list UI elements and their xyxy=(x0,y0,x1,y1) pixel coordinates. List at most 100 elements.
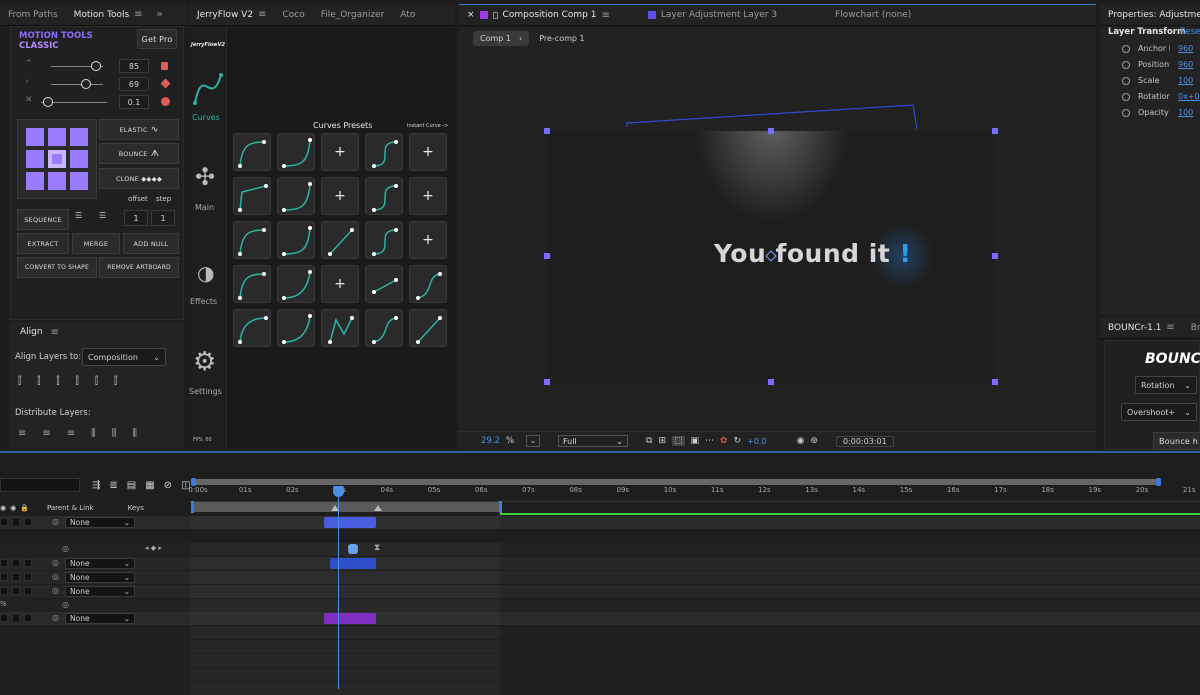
tab-composition[interactable]: × Composition Comp 1 ≡ xyxy=(459,5,618,25)
property-value[interactable]: 960 xyxy=(1178,44,1193,53)
align-right-icon[interactable]: ⫿ xyxy=(56,376,59,387)
shy-icon[interactable]: ▤ xyxy=(127,480,136,491)
pickwhip-icon[interactable]: ◎ xyxy=(52,572,59,581)
curve-preset-cell[interactable] xyxy=(233,177,271,215)
switch-box[interactable] xyxy=(12,587,20,595)
slider-knob[interactable] xyxy=(43,97,53,107)
parent-select[interactable]: None ⌄ xyxy=(65,586,135,597)
stopwatch-icon[interactable] xyxy=(1122,92,1130,101)
switch-box[interactable] xyxy=(12,559,20,567)
keyframe-nav-icon[interactable]: ◂ ◆ ▸ xyxy=(145,544,162,552)
slider-value-field[interactable]: 0.1 xyxy=(119,95,149,109)
curve-preset-cell[interactable] xyxy=(277,309,315,347)
preset-add-button[interactable]: + xyxy=(321,177,359,215)
pickwhip-icon[interactable]: ◎ xyxy=(52,613,59,622)
color-manage-icon[interactable]: ↻ xyxy=(734,436,742,446)
curve-preset-cell[interactable] xyxy=(365,265,403,303)
preset-add-button[interactable]: + xyxy=(409,177,447,215)
work-area-bar[interactable] xyxy=(193,502,500,512)
timeline-row[interactable] xyxy=(0,668,1200,681)
lock-icon[interactable] xyxy=(492,11,498,19)
get-pro-button[interactable]: Get Pro xyxy=(137,29,177,49)
switch-box[interactable] xyxy=(24,587,32,595)
offset-field[interactable]: 1 xyxy=(124,210,148,226)
nav-curves[interactable]: Curves xyxy=(189,67,227,127)
anchor-tl[interactable] xyxy=(26,128,44,146)
timeline-row[interactable]: % ◎ xyxy=(0,599,1200,612)
anchor-br[interactable] xyxy=(70,172,88,190)
stopwatch-icon[interactable] xyxy=(1122,76,1130,85)
circle-icon[interactable] xyxy=(161,97,170,106)
switch-box[interactable] xyxy=(0,573,8,581)
breadcrumb-precomp[interactable]: Pre-comp 1 xyxy=(535,31,588,46)
transparency-grid-icon[interactable]: ⊞ xyxy=(658,436,666,446)
panel-menu-icon[interactable]: ≡ xyxy=(1166,322,1174,333)
anchor-ml[interactable] xyxy=(26,150,44,168)
tab-layer[interactable]: Layer Adjustment Layer 3 xyxy=(640,5,785,25)
remove-artboard-button[interactable]: REMOVE ARTBOARD xyxy=(99,257,179,278)
reset-link[interactable]: Reset xyxy=(1180,27,1200,37)
timeline-row[interactable]: ◎ None ⌄ xyxy=(0,516,1200,529)
timeline-row[interactable] xyxy=(0,626,1200,639)
curve-preset-cell[interactable] xyxy=(233,309,271,347)
work-area-start[interactable] xyxy=(191,501,194,513)
motion-blur-icon[interactable]: ⊘ xyxy=(164,480,172,491)
switch-box[interactable] xyxy=(12,614,20,622)
curve-preset-cell[interactable] xyxy=(409,265,447,303)
curve-preset-cell[interactable] xyxy=(233,133,271,171)
mask-icon[interactable]: ⬚ xyxy=(672,436,685,446)
draft-3d-icon[interactable]: ≣ xyxy=(109,480,117,491)
instant-curve-link[interactable]: Instant Curve -> xyxy=(407,123,448,129)
transform-handle[interactable] xyxy=(768,379,774,385)
timeline-row[interactable]: ◎ ◂ ◆ ▸ ⧗ xyxy=(0,543,1200,556)
curve-preset-cell[interactable] xyxy=(365,133,403,171)
curve-preset-cell[interactable] xyxy=(277,177,315,215)
slider-knob[interactable] xyxy=(81,79,91,89)
color-channel-icon[interactable]: ✿ xyxy=(720,436,728,446)
tab-properties[interactable]: Properties: Adjustment xyxy=(1100,4,1200,25)
switch-box[interactable] xyxy=(0,614,8,622)
stopwatch-icon[interactable] xyxy=(1122,108,1130,117)
anchor-tc[interactable] xyxy=(48,128,66,146)
comp-canvas[interactable]: You found it ! xyxy=(547,131,995,383)
distribute-left-icon[interactable]: ⫼ xyxy=(91,428,96,439)
switch-box[interactable] xyxy=(12,573,20,581)
nav-settings[interactable]: ⚙ Settings xyxy=(189,347,227,403)
timeline-row[interactable] xyxy=(0,640,1200,653)
elastic-button[interactable]: ELASTIC ∿ xyxy=(99,119,179,140)
pickwhip-icon[interactable]: ◎ xyxy=(52,586,59,595)
parent-select[interactable]: None ⌄ xyxy=(65,572,135,583)
anchor-mr[interactable] xyxy=(70,150,88,168)
curve-preset-cell[interactable] xyxy=(233,221,271,259)
tab-motion-tools[interactable]: Motion Tools ≡ xyxy=(66,4,151,25)
stopwatch-icon[interactable] xyxy=(1122,60,1130,69)
transform-handle[interactable] xyxy=(544,128,550,134)
anchor-tr[interactable] xyxy=(70,128,88,146)
tab-flowchart[interactable]: Flowchart (none) xyxy=(827,5,919,25)
grid-icon[interactable]: ⋯ xyxy=(705,436,714,446)
align-to-select[interactable]: Composition ⌄ xyxy=(82,348,166,366)
curve-preset-cell[interactable] xyxy=(365,177,403,215)
sequence-button[interactable]: SEQUENCE xyxy=(17,209,69,230)
breadcrumb-comp1[interactable]: Comp 1 ‹ xyxy=(473,31,530,46)
merge-button[interactable]: MERGE xyxy=(72,233,120,254)
diamond-icon[interactable] xyxy=(160,78,171,89)
property-value[interactable]: 100 xyxy=(1178,76,1193,85)
property-value[interactable]: 960 xyxy=(1178,60,1193,69)
preset-add-button[interactable]: + xyxy=(321,133,359,171)
nav-main[interactable]: ✣ Main xyxy=(189,163,227,217)
distribute-right-icon[interactable]: ⫼ xyxy=(132,428,137,439)
align-vcenter-icon[interactable]: ⫿ xyxy=(95,376,98,387)
align-top-icon[interactable]: ⫿ xyxy=(76,376,79,387)
anchor-bc[interactable] xyxy=(48,172,66,190)
camera-icon[interactable]: ◉ xyxy=(797,436,805,446)
tab-bouncr[interactable]: BOUNCr-1.1 ≡ xyxy=(1100,317,1183,338)
switch-box[interactable] xyxy=(0,518,8,526)
distribute-vcenter-icon[interactable]: ≡ xyxy=(42,428,50,439)
show-snapshot-icon[interactable]: ⊛ xyxy=(810,436,818,446)
playhead-head[interactable] xyxy=(333,486,344,497)
zoom-value[interactable]: 29.2 xyxy=(481,436,500,446)
transform-handle[interactable] xyxy=(992,128,998,134)
transform-handle[interactable] xyxy=(544,379,550,385)
timeline-row[interactable]: ◎ None ⌄ xyxy=(0,571,1200,584)
